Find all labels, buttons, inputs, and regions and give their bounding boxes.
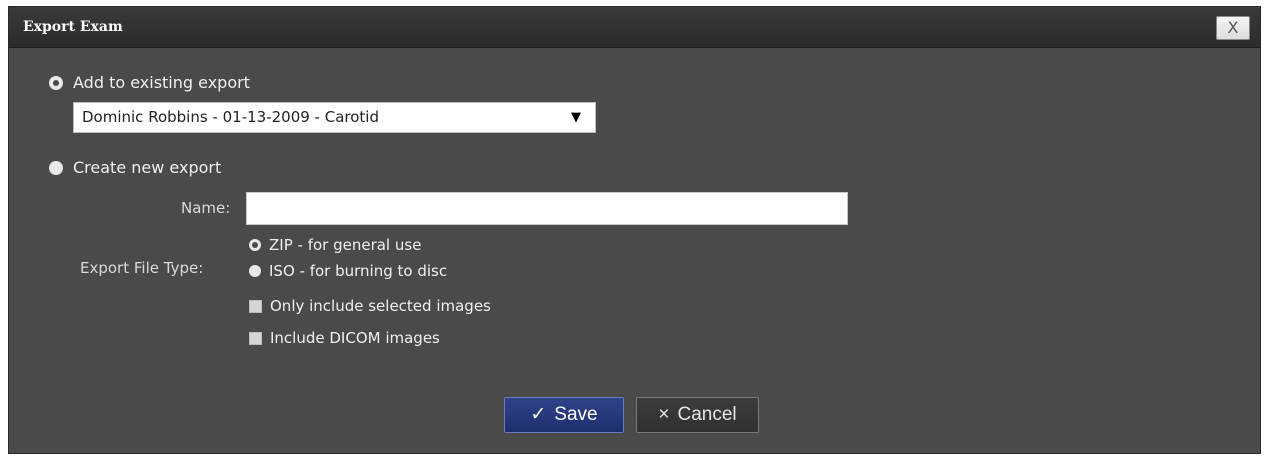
export-file-type-label: Export File Type: (80, 259, 204, 277)
create-new-export-label: Create new export (73, 158, 222, 177)
export-name-input[interactable] (246, 192, 848, 225)
include-dicom-option[interactable]: Include DICOM images (249, 329, 440, 347)
file-type-zip-radio[interactable] (249, 239, 261, 251)
save-button[interactable]: ✓ Save (504, 397, 624, 433)
file-type-iso-label: ISO - for burning to disc (269, 262, 448, 280)
file-type-zip-option[interactable]: ZIP - for general use (249, 236, 421, 254)
only-selected-images-checkbox[interactable] (249, 299, 262, 313)
close-button[interactable]: X (1216, 16, 1250, 40)
include-dicom-label: Include DICOM images (270, 329, 440, 347)
only-selected-images-option[interactable]: Only include selected images (249, 297, 491, 315)
only-selected-images-label: Only include selected images (270, 297, 491, 315)
close-icon: X (1227, 18, 1239, 37)
file-type-iso-option[interactable]: ISO - for burning to disc (249, 262, 447, 280)
name-label: Name: (181, 199, 231, 217)
cancel-button[interactable]: × Cancel (636, 397, 759, 433)
create-new-export-radio[interactable] (49, 160, 63, 175)
file-type-iso-radio[interactable] (249, 265, 261, 277)
include-dicom-checkbox[interactable] (249, 331, 262, 345)
add-to-existing-export-label: Add to existing export (73, 73, 250, 92)
existing-export-select[interactable]: Dominic Robbins - 01-13-2009 - Carotid ▼ (73, 102, 596, 133)
export-exam-dialog: Export Exam X Add to existing export Dom… (8, 6, 1261, 454)
save-button-label: Save (554, 404, 598, 425)
dropdown-arrow-icon[interactable]: ▼ (571, 103, 581, 132)
cross-icon: × (658, 404, 670, 425)
dialog-title: Export Exam (23, 19, 123, 35)
add-to-existing-export-option[interactable]: Add to existing export (49, 73, 250, 92)
file-type-zip-label: ZIP - for general use (269, 236, 422, 254)
add-to-existing-export-radio[interactable] (49, 75, 63, 90)
existing-export-select-value: Dominic Robbins - 01-13-2009 - Carotid (82, 108, 379, 126)
checkmark-icon: ✓ (530, 404, 547, 425)
dialog-titlebar[interactable]: Export Exam X (9, 7, 1260, 48)
create-new-export-option[interactable]: Create new export (49, 158, 221, 177)
cancel-button-label: Cancel (677, 404, 737, 425)
